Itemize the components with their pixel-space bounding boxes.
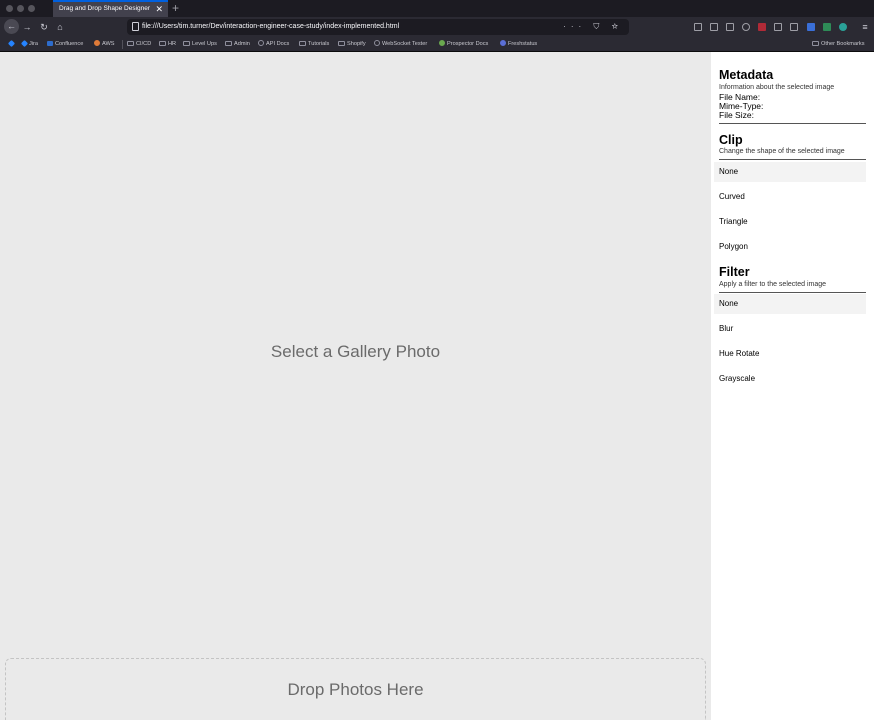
bookmark-folder-hr[interactable]: HR [159, 37, 176, 52]
minimize-window-button[interactable] [17, 5, 24, 12]
jira-icon [20, 39, 29, 48]
filter-option-grayscale[interactable]: Grayscale [714, 369, 866, 389]
folder-icon [299, 41, 306, 46]
bookmark-item-confluence[interactable]: Confluence [47, 37, 83, 52]
prospector-icon [439, 40, 445, 46]
websocket-icon [374, 40, 380, 46]
extension-red-icon[interactable] [758, 23, 766, 31]
clip-option-curved[interactable]: Curved [714, 187, 866, 207]
browser-titlebar: Drag and Drop Shape Designer ✕ + [0, 0, 874, 17]
clip-option-triangle[interactable]: Triangle [714, 212, 866, 232]
extension-columns-icon[interactable] [790, 23, 798, 31]
bookmark-folder-shopify[interactable]: Shopify [338, 37, 366, 52]
metadata-title: Metadata [719, 68, 774, 82]
zoom-window-button[interactable] [28, 5, 35, 12]
freshstatus-icon [500, 40, 506, 46]
clip-option-none[interactable]: None [714, 162, 866, 182]
metadata-description: Information about the selected image [719, 84, 835, 91]
jira-icon [7, 39, 16, 48]
dropzone-label: Drop Photos Here [287, 680, 424, 699]
aws-icon [94, 40, 100, 46]
clip-divider [719, 159, 866, 160]
bookmark-item-websocket-tester[interactable]: WebSocket Tester [374, 37, 427, 52]
file-size-label: File Size: [719, 110, 754, 120]
home-icon[interactable]: ⌂ [53, 20, 67, 34]
filter-description: Apply a filter to the selected image [719, 281, 827, 288]
extension-grid-icon[interactable] [774, 23, 782, 31]
bookmark-folder-admin[interactable]: Admin [225, 37, 250, 52]
bookmarks-separator [122, 40, 123, 49]
photo-dropzone[interactable]: Drop Photos Here [5, 658, 706, 720]
browser-tab[interactable]: Drag and Drop Shape Designer ✕ [53, 0, 168, 17]
filter-option-blur[interactable]: Blur [714, 319, 866, 339]
bookmark-item-jira[interactable] [7, 37, 16, 52]
menu-icon[interactable]: ≡ [858, 20, 872, 34]
close-tab-icon[interactable]: ✕ [155, 2, 163, 16]
new-tab-button[interactable]: + [172, 0, 179, 16]
extension-profile-icon[interactable] [839, 23, 847, 31]
bookmark-item-freshstatus[interactable]: Freshstatus [500, 37, 537, 52]
bookmark-folder-other[interactable]: Other Bookmarks [812, 37, 865, 52]
downloads-icon[interactable] [694, 23, 702, 31]
folder-icon [812, 41, 819, 46]
workspace-canvas[interactable]: Select a Gallery Photo Drop Photos Here [0, 52, 711, 720]
folder-icon [159, 41, 166, 46]
bookmark-item-aws[interactable]: AWS [94, 37, 115, 52]
folder-icon [338, 41, 345, 46]
folder-icon [127, 41, 134, 46]
tab-title: Drag and Drop Shape Designer [59, 5, 151, 12]
filter-title: Filter [719, 265, 750, 279]
page-icon [132, 22, 139, 31]
clip-title: Clip [719, 133, 743, 147]
filter-option-none[interactable]: None [714, 294, 866, 314]
page-content: Select a Gallery Photo Drop Photos Here … [0, 52, 874, 720]
browser-navbar: ← → ↻ ⌂ file:///Users/tim.turner/Dev/int… [0, 17, 874, 37]
library-icon[interactable] [710, 23, 718, 31]
url-bar[interactable]: file:///Users/tim.turner/Dev/interaction… [127, 19, 629, 35]
bookmark-item-api-docs[interactable]: API Docs [258, 37, 289, 52]
filter-option-hue-rotate[interactable]: Hue Rotate [714, 344, 866, 364]
reload-icon[interactable]: ↻ [37, 20, 51, 34]
account-icon[interactable] [742, 23, 750, 31]
bookmark-folder-tutorials[interactable]: Tutorials [299, 37, 329, 52]
url-text[interactable]: file:///Users/tim.turner/Dev/interaction… [142, 19, 399, 35]
workspace-title: Select a Gallery Photo [270, 342, 441, 361]
clip-description: Change the shape of the selected image [719, 148, 845, 155]
metadata-divider [719, 123, 866, 124]
clip-option-polygon[interactable]: Polygon [714, 237, 866, 257]
bookmark-item-prospector-docs[interactable]: Prospector Docs [439, 37, 488, 52]
folder-icon [225, 41, 232, 46]
forward-arrow-icon[interactable]: → [20, 20, 34, 34]
back-arrow-icon[interactable]: ← [4, 19, 19, 34]
globe-icon [258, 40, 264, 46]
close-window-button[interactable] [6, 5, 13, 12]
bookmarks-bar: Jira Confluence AWS CI/CD HR Level Ups A… [0, 37, 874, 52]
extension-green-icon[interactable] [823, 23, 831, 31]
folder-icon [183, 41, 190, 46]
extension-shield-icon[interactable] [807, 23, 815, 31]
bookmark-folder-cicd[interactable]: CI/CD [127, 37, 151, 52]
bookmark-item-jira[interactable]: Jira [20, 37, 38, 52]
bookmark-folder-level-ups[interactable]: Level Ups [183, 37, 217, 52]
properties-sidebar: Metadata Information about the selected … [711, 52, 874, 720]
url-actions[interactable]: ··· ⛉ ☆ [563, 19, 623, 35]
filter-divider [719, 292, 866, 293]
confluence-icon [47, 41, 53, 46]
sidebar-toggle-icon[interactable] [726, 23, 734, 31]
